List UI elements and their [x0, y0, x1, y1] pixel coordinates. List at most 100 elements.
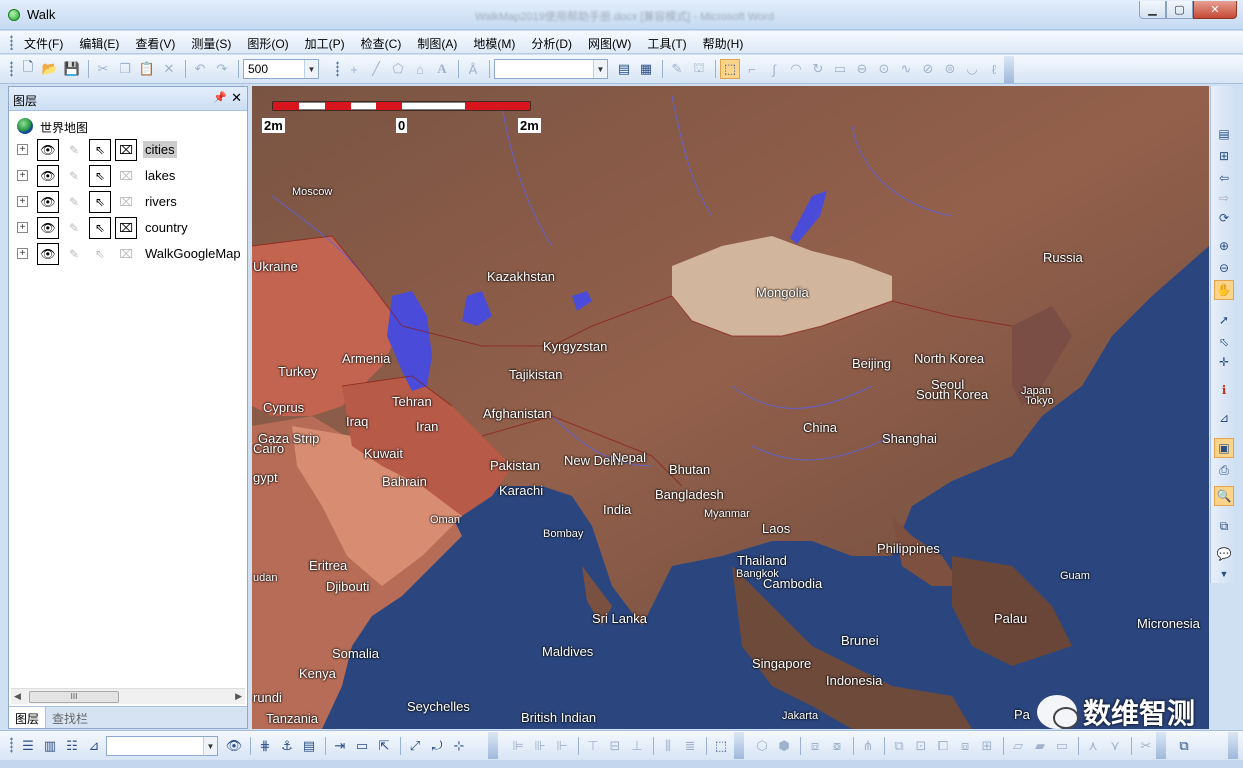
- forward-icon[interactable]: ⇨: [1214, 188, 1234, 208]
- difference-icon[interactable]: ⧠: [933, 736, 953, 756]
- toolbar-grip[interactable]: [10, 737, 13, 753]
- toolbar-grip[interactable]: [336, 61, 339, 77]
- network-icon[interactable]: ⊹: [449, 736, 469, 756]
- align-middle-icon[interactable]: ⊟: [605, 736, 625, 756]
- menu-item-4[interactable]: 图形(O): [247, 35, 288, 52]
- select-dotted-icon[interactable]: ⬁: [1214, 332, 1234, 352]
- rotate-icon[interactable]: ⤾: [427, 736, 447, 756]
- edit-pencil-icon[interactable]: ✎: [63, 139, 85, 161]
- expand-icon[interactable]: +: [17, 196, 28, 207]
- visibility-eye-icon[interactable]: 👁: [37, 191, 59, 213]
- toolbar-overflow[interactable]: [734, 732, 744, 759]
- delete-icon[interactable]: ✕: [159, 59, 179, 79]
- paste-icon[interactable]: 📋: [137, 59, 157, 79]
- menu-item-0[interactable]: 文件(F): [24, 35, 63, 52]
- scale-combo[interactable]: 500 ▼: [243, 59, 319, 79]
- zoom-out-icon[interactable]: ⊖: [1214, 258, 1234, 278]
- brush-icon[interactable]: ✎: [667, 59, 687, 79]
- layer-tree-root[interactable]: 世界地图: [9, 115, 247, 137]
- rectangle-icon[interactable]: ▭: [830, 59, 850, 79]
- mask-icon[interactable]: ▭: [1052, 736, 1072, 756]
- menu-item-9[interactable]: 分析(D): [531, 35, 572, 52]
- document-icon[interactable]: ▤: [299, 736, 319, 756]
- visibility-eye-icon[interactable]: 👁: [37, 243, 59, 265]
- crosshair-icon[interactable]: ✛: [1214, 352, 1234, 372]
- intersect-icon[interactable]: ⊡: [911, 736, 931, 756]
- measure-icon[interactable]: ⊿: [1214, 408, 1234, 428]
- xor-icon[interactable]: ⧈: [955, 736, 975, 756]
- label-tag-icon[interactable]: ⌧: [115, 217, 137, 239]
- vertex-edit-icon[interactable]: ⋎: [1105, 736, 1125, 756]
- label-tag-icon[interactable]: ⌧: [115, 139, 137, 161]
- layer-stack-icon[interactable]: ☰: [18, 736, 38, 756]
- export-icon[interactable]: ⇱: [374, 736, 394, 756]
- selectable-cursor-icon[interactable]: ⇖: [89, 217, 111, 239]
- spline-icon[interactable]: ∿: [896, 59, 916, 79]
- layers-icon[interactable]: ▤: [1214, 124, 1234, 144]
- zoom-window-icon[interactable]: 🔍: [1214, 486, 1234, 506]
- ellipse-icon[interactable]: ⊜: [940, 59, 960, 79]
- layer-name[interactable]: lakes: [143, 167, 177, 184]
- style-combo[interactable]: ▼: [494, 59, 608, 79]
- distribute-h-icon[interactable]: ⫼: [658, 736, 678, 756]
- toolbar-grip[interactable]: [10, 61, 13, 77]
- buffer-icon[interactable]: ▱: [1008, 736, 1028, 756]
- chevron-down-icon[interactable]: ▼: [203, 737, 217, 755]
- expand-icon[interactable]: +: [17, 144, 28, 155]
- align-left-icon[interactable]: ⊫: [508, 736, 528, 756]
- layer-row[interactable]: + 👁 ✎ ⇖ ⌧ lakes: [9, 163, 247, 189]
- minimize-button[interactable]: ▁: [1139, 1, 1166, 19]
- menu-item-2[interactable]: 查看(V): [135, 35, 175, 52]
- menu-item-5[interactable]: 加工(P): [305, 35, 345, 52]
- shape-icon[interactable]: ⬡: [752, 736, 772, 756]
- selectable-cursor-icon[interactable]: ⇖: [89, 139, 111, 161]
- menu-item-11[interactable]: 工具(T): [647, 35, 686, 52]
- scroll-right-icon[interactable]: ▶: [235, 691, 242, 702]
- area-icon[interactable]: ⌂: [410, 59, 430, 79]
- calculator-icon[interactable]: ▦: [636, 59, 656, 79]
- refresh-icon[interactable]: ⟳: [1214, 208, 1234, 228]
- select-arrow-icon[interactable]: ➚: [1214, 310, 1234, 330]
- tab-layers[interactable]: 图层: [9, 707, 47, 728]
- label-tool-icon[interactable]: Å: [463, 59, 483, 79]
- window-icon[interactable]: ⧉: [1174, 736, 1194, 756]
- edit-pencil-icon[interactable]: ✎: [63, 243, 85, 265]
- vertex-icon[interactable]: ⋏: [1083, 736, 1103, 756]
- layer-row[interactable]: + 👁 ✎ ⇖ ⌧ rivers: [9, 189, 247, 215]
- label-tag-icon[interactable]: ⌧: [115, 191, 137, 213]
- toolbar-overflow[interactable]: [488, 732, 498, 759]
- chevron-down-icon[interactable]: ▼: [1214, 564, 1234, 584]
- close-button[interactable]: ✕: [1193, 1, 1237, 19]
- circle-cross-icon[interactable]: ⊖: [852, 59, 872, 79]
- print-icon[interactable]: ⎙: [1214, 460, 1234, 480]
- visibility-eye-icon[interactable]: 👁: [37, 165, 59, 187]
- layer-name[interactable]: cities: [143, 141, 177, 158]
- layer-name[interactable]: country: [143, 219, 190, 236]
- layer-row[interactable]: + 👁 ✎ ⇖ ⌧ cities: [9, 137, 247, 163]
- chart-icon[interactable]: ⊿: [84, 736, 104, 756]
- menu-item-7[interactable]: 制图(A): [417, 35, 457, 52]
- open-icon[interactable]: 📂: [40, 59, 60, 79]
- pan-hand-icon[interactable]: ✋: [1214, 280, 1234, 300]
- menu-item-3[interactable]: 测量(S): [191, 35, 231, 52]
- scrollbar-thumb[interactable]: III: [29, 691, 119, 703]
- align-bottom-icon[interactable]: ⊥: [627, 736, 647, 756]
- label-tag-icon[interactable]: ⌧: [115, 165, 137, 187]
- loop-icon[interactable]: ↻: [808, 59, 828, 79]
- bounds-icon[interactable]: ⬚: [711, 736, 731, 756]
- toolbar-overflow[interactable]: [1156, 732, 1166, 759]
- tab-search[interactable]: 查找栏: [46, 707, 94, 728]
- crop-icon[interactable]: ⧉: [1214, 516, 1234, 536]
- pin-icon[interactable]: 📌: [213, 91, 227, 104]
- table-icon[interactable]: ▥: [40, 736, 60, 756]
- visibility-eye-icon[interactable]: 👁: [37, 217, 59, 239]
- wave-icon[interactable]: ◡: [962, 59, 982, 79]
- expand-icon[interactable]: +: [17, 222, 28, 233]
- layer-name[interactable]: WalkGoogleMap: [143, 245, 243, 262]
- hide-icon[interactable]: 👁: [224, 736, 244, 756]
- freehand-icon[interactable]: ℓ: [984, 59, 1004, 79]
- offset-icon[interactable]: ▰: [1030, 736, 1050, 756]
- expand-icon[interactable]: +: [17, 170, 28, 181]
- selectable-cursor-icon[interactable]: ⇖: [89, 165, 111, 187]
- polygon-icon[interactable]: ⬠: [388, 59, 408, 79]
